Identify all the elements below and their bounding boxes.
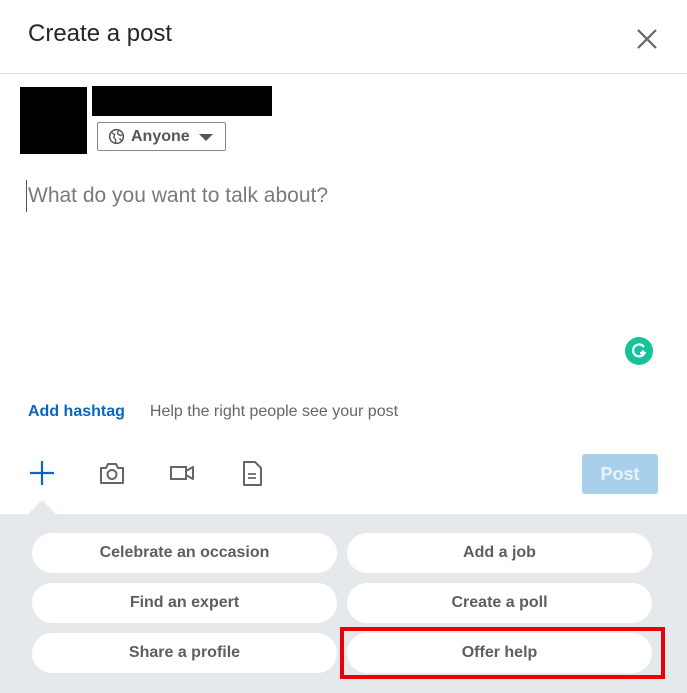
close-button[interactable]	[632, 24, 662, 54]
audience-label: Anyone	[131, 127, 190, 145]
post-text-placeholder: What do you want to talk about?	[28, 184, 329, 207]
video-icon	[170, 466, 194, 480]
post-button[interactable]: Post	[582, 454, 658, 494]
hashtag-row: Add hashtag Help the right people see yo…	[28, 403, 398, 421]
close-icon	[637, 29, 657, 49]
camera-icon	[100, 463, 124, 484]
add-hashtag-link[interactable]: Add hashtag	[28, 403, 125, 421]
celebrate-occasion-button[interactable]: Celebrate an occasion	[32, 533, 337, 573]
offer-help-button[interactable]: Offer help	[347, 633, 652, 673]
add-document-button[interactable]	[238, 459, 266, 487]
grammarly-icon	[632, 343, 647, 358]
avatar	[20, 87, 87, 154]
document-icon	[243, 461, 262, 486]
add-job-button[interactable]: Add a job	[347, 533, 652, 573]
post-text-input[interactable]: What do you want to talk about?	[26, 180, 328, 212]
find-expert-button[interactable]: Find an expert	[32, 583, 337, 623]
create-poll-button[interactable]: Create a poll	[347, 583, 652, 623]
add-photo-button[interactable]	[98, 459, 126, 487]
caret-down-icon	[198, 134, 213, 141]
dialog-header: Create a post	[0, 0, 687, 74]
dialog-title: Create a post	[28, 20, 173, 47]
share-profile-button[interactable]: Share a profile	[32, 633, 337, 673]
audience-selector[interactable]: Anyone	[97, 122, 226, 151]
more-options-button[interactable]	[28, 459, 56, 487]
hashtag-hint: Help the right people see your post	[149, 403, 399, 420]
author-name-redacted	[92, 86, 272, 116]
tray-pointer	[28, 500, 56, 514]
grammarly-button[interactable]	[625, 337, 653, 365]
plus-icon	[30, 461, 54, 485]
globe-icon	[108, 128, 125, 145]
add-video-button[interactable]	[168, 459, 196, 487]
